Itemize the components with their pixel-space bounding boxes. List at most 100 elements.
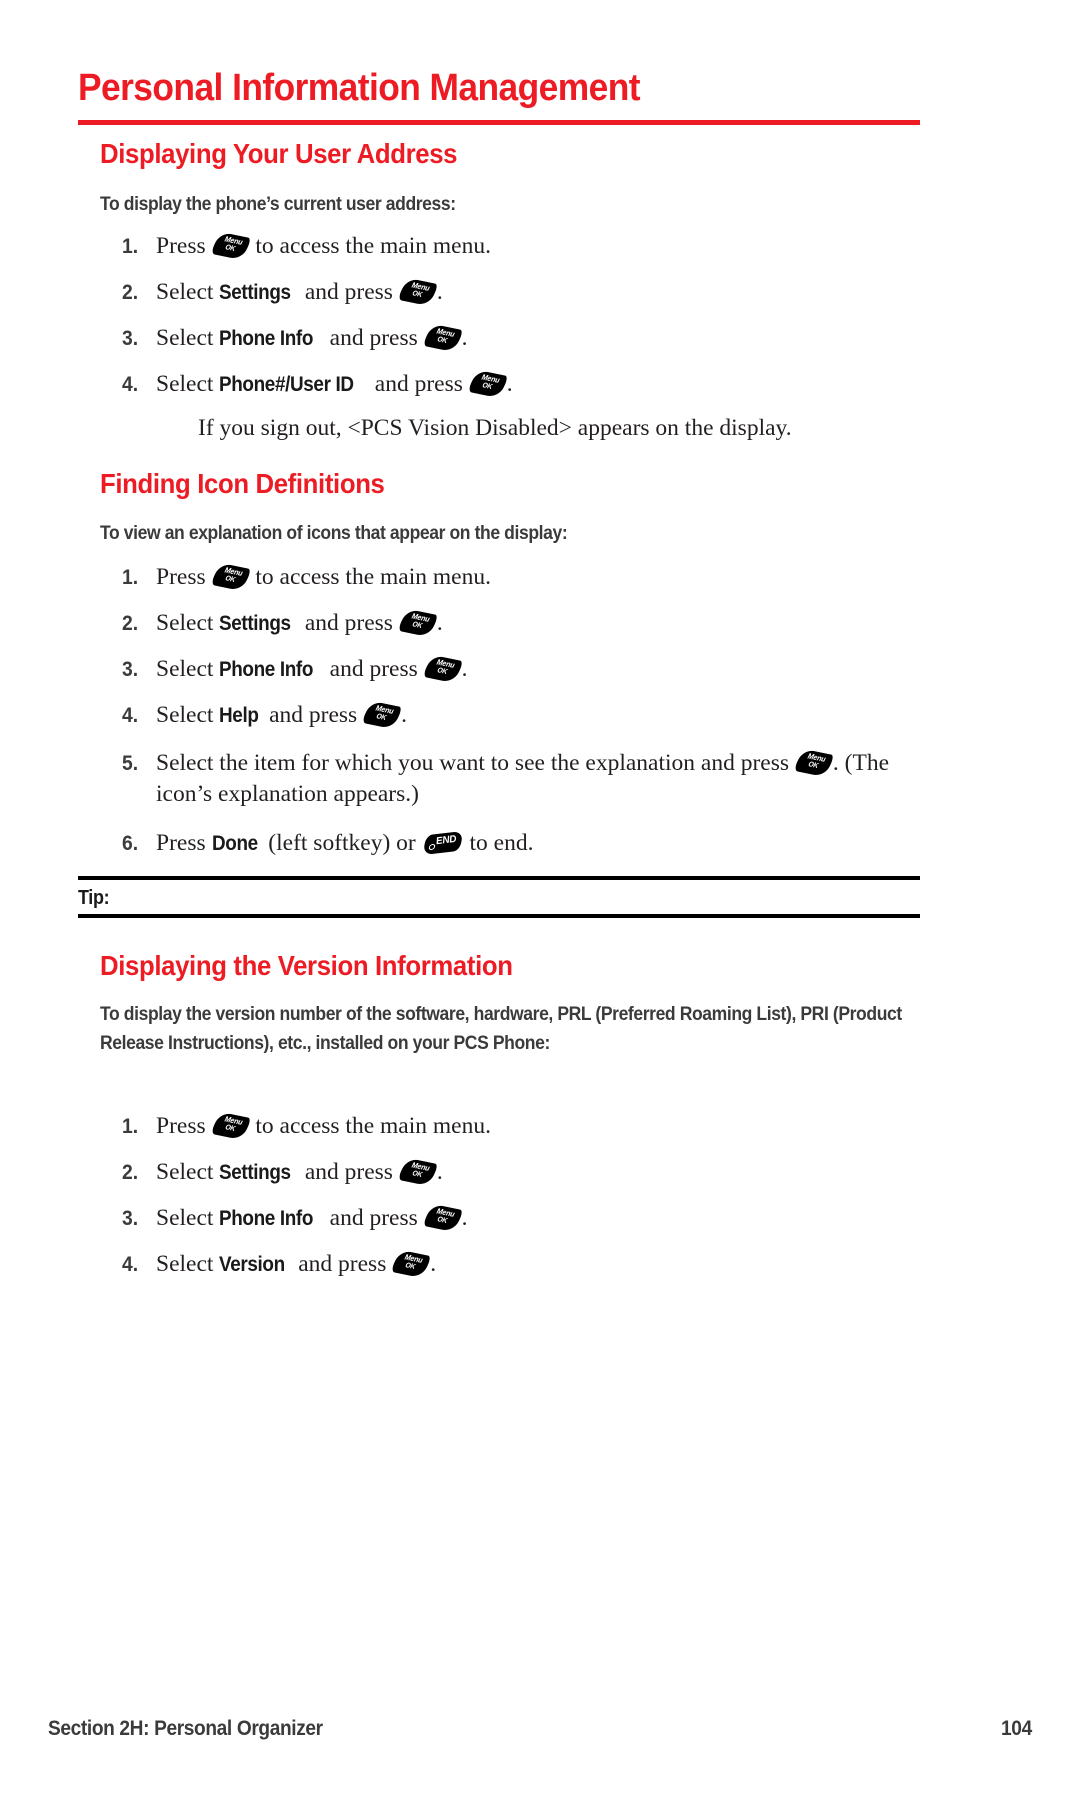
step-text-post: and press — [263, 702, 364, 728]
menu-ok-key-icon: Menu OK — [361, 700, 404, 730]
step-text-tail: . — [461, 325, 468, 351]
lead-user-address: To display the phone’s current user addr… — [100, 193, 456, 215]
section-heading-user-address: Displaying Your User Address — [100, 138, 458, 169]
step-text-pre: Press — [156, 564, 212, 590]
step-number: 3. — [122, 1207, 139, 1230]
menu-ok-key-icon: Menu OK — [792, 748, 835, 778]
step-text-pre: Select — [156, 610, 220, 636]
step-text: Press Menu OK to access the main menu. — [156, 1111, 491, 1142]
step-text-bold: Phone Info — [219, 327, 314, 350]
step-text: Select Phone Info and press Menu OK. — [156, 323, 468, 354]
step-text-pre: Select the item for which you want to se… — [156, 750, 795, 776]
step-text-tail: . — [430, 1251, 437, 1277]
step-text-tail: . — [461, 656, 468, 682]
step-item: 2. Select Settings and press Menu OK. — [122, 608, 942, 639]
menu-ok-key-icon: Menu OK — [209, 562, 252, 592]
step-text-tail: to end. — [463, 830, 534, 856]
step-item: 4. Select Help and press Menu OK. — [122, 700, 942, 731]
step-number: 6. — [122, 832, 139, 855]
tip-rule-top — [78, 876, 920, 880]
step-number: 5. — [122, 752, 139, 775]
step-text-pre: Select — [156, 702, 220, 728]
menu-ok-key-icon: Menu OK — [396, 1157, 439, 1187]
menu-ok-key-icon: Menu OK — [209, 1111, 252, 1141]
step-number: 4. — [122, 1253, 139, 1276]
step-number: 1. — [122, 235, 139, 258]
step-text-bold: Phone#/User ID — [219, 373, 354, 396]
step-text-post: and press — [323, 656, 424, 682]
step-text-bold: Help — [219, 704, 259, 727]
step-text-post: and press — [292, 1251, 393, 1277]
step-text-pre: Select — [156, 371, 220, 397]
page-footer: Section 2H: Personal Organizer 104 — [48, 1716, 1032, 1742]
step-text-tail: . — [461, 1205, 468, 1231]
step-number: 2. — [122, 1161, 139, 1184]
lead-icon-definitions: To view an explanation of icons that app… — [100, 522, 568, 544]
step-text-tail: . — [436, 279, 443, 305]
step-number: 1. — [122, 566, 139, 589]
page-number: 104 — [1001, 1717, 1032, 1740]
tip-rule-bottom — [78, 914, 920, 918]
step-text-tail: . — [436, 610, 443, 636]
menu-ok-key-icon: Menu OK — [421, 1203, 464, 1233]
step-text-tail: . — [401, 702, 407, 728]
step-text-bold: Settings — [219, 281, 291, 304]
step-text-post: to access the main menu. — [249, 1113, 491, 1139]
step-item: 3. Select Phone Info and press Menu OK. — [122, 654, 942, 685]
step-item: 4. Select Phone#/User ID and press Menu O… — [122, 369, 942, 400]
step-number: 2. — [122, 281, 139, 304]
step-text-bold: Phone Info — [219, 1207, 314, 1230]
menu-ok-key-icon: Menu OK — [209, 231, 252, 261]
step-text-pre: Press — [156, 830, 212, 856]
step-number: 4. — [122, 704, 139, 727]
step-text-post: and press — [323, 325, 424, 351]
step-text: Select the item for which you want to se… — [156, 748, 946, 810]
step-text: Select Phone Info and press Menu OK. — [156, 654, 468, 685]
step-text-pre: Select — [156, 325, 220, 351]
step-text-pre: Select — [156, 279, 220, 305]
step-text-post: and press — [323, 1205, 424, 1231]
step-item: 6. Press Done (left softkey) or END to e… — [122, 828, 942, 859]
step-text-post: and press — [298, 1159, 399, 1185]
title-rule — [78, 120, 920, 125]
step-item: 1. Press Menu OK to access the main menu. — [122, 231, 942, 262]
menu-ok-key-icon: Menu OK — [466, 369, 509, 399]
section-heading-icon-definitions: Finding Icon Definitions — [100, 468, 385, 499]
step-text: Select Settings and press Menu OK. — [156, 1157, 443, 1188]
step-text-post: to access the main menu. — [249, 233, 491, 259]
step-text: Press Menu OK to access the main menu. — [156, 231, 491, 262]
step-text-pre: Select — [156, 1205, 220, 1231]
tip-label: Tip: — [78, 887, 110, 909]
step-text: Select Version and press Menu OK. — [156, 1249, 436, 1280]
step-item: 5. Select the item for which you want to… — [122, 748, 952, 810]
step-text-post: and press — [298, 610, 399, 636]
step-item: 2. Select Settings and press Menu OK. — [122, 1157, 942, 1188]
step-item: 2. Select Settings and press Menu OK. — [122, 277, 942, 308]
menu-ok-key-icon: Menu OK — [396, 608, 439, 638]
step-item: 1. Press Menu OK to access the main menu. — [122, 1111, 942, 1142]
step-item: 4. Select Version and press Menu OK. — [122, 1249, 942, 1280]
page-title: Personal Information Management — [78, 67, 641, 109]
footer-section-label: Section 2H: Personal Organizer — [48, 1717, 323, 1740]
step-text-pre: Select — [156, 1251, 220, 1277]
step-text-pre: Select — [156, 656, 220, 682]
step-text-tail: . — [506, 371, 513, 397]
step-text: Select Phone#/User ID and press Menu OK. — [156, 369, 513, 400]
step-item: 3. Select Phone Info and press Menu OK. — [122, 323, 942, 354]
step-text-bold: Version — [219, 1253, 286, 1276]
step-text: Press Menu OK to access the main menu. — [156, 562, 491, 593]
step-text-tail: . — [436, 1159, 443, 1185]
step-text-post: and press — [368, 371, 469, 397]
menu-ok-key-icon: Menu OK — [421, 654, 464, 684]
end-key-icon: END — [422, 830, 464, 856]
step-text-bold: Done — [211, 832, 258, 855]
step-text-bold: Phone Info — [219, 658, 314, 681]
lead-version-info: To display the version number of the sof… — [100, 1003, 902, 1054]
step-text: Select Settings and press Menu OK. — [156, 608, 443, 639]
step-number: 1. — [122, 1115, 139, 1138]
step-item: 3. Select Phone Info and press Menu OK. — [122, 1203, 942, 1234]
step-text-bold: Settings — [219, 612, 291, 635]
section-heading-version-info: Displaying the Version Information — [100, 950, 513, 981]
step-number: 3. — [122, 327, 139, 350]
note-pcs-vision-disabled: If you sign out, <PCS Vision Disabled> a… — [198, 415, 792, 441]
